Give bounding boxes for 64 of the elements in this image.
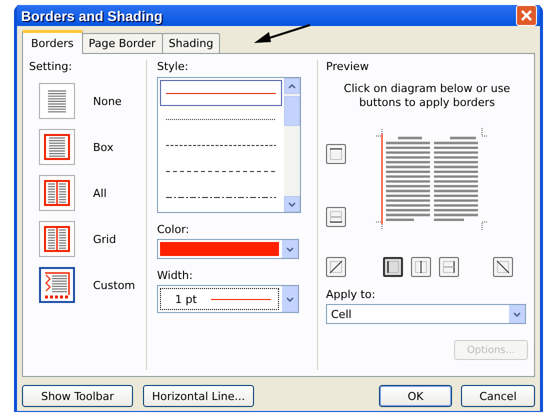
close-icon [521,10,532,21]
line-sample [210,298,271,300]
border-toggle-button[interactable] [411,257,431,277]
dialog-button[interactable]: Cancel [461,385,535,407]
dropdown-button[interactable] [508,305,525,323]
table-border-icon [42,224,72,254]
dropdown-button[interactable] [281,240,298,258]
width-dropdown[interactable]: 1 pt [157,285,299,313]
border-toggle-button[interactable] [326,257,346,277]
setting-preset-button[interactable] [39,129,75,165]
setting-label: Box [93,140,114,154]
setting-label: Grid [93,232,116,246]
apply-to-dropdown[interactable]: Cell [326,304,526,324]
tab[interactable]: Page Border [82,33,163,53]
annotation-arrow [252,23,312,45]
line-style-option[interactable] [160,80,282,106]
close-button[interactable] [516,5,537,26]
bottom-border-icon [328,209,344,225]
scroll-down-button[interactable] [284,196,300,212]
setting-preset-button[interactable] [39,83,75,119]
setting-label: Setting: [29,60,74,73]
table-border-icon [42,270,72,300]
chevron-up-icon [288,84,296,88]
width-value: 1 pt [175,292,197,306]
setting-preset-button[interactable] [39,175,75,211]
setting-label: All [93,186,107,200]
preview-label: Preview [326,60,370,73]
setting-preset-button[interactable] [39,267,75,303]
dialog-button[interactable]: Horizontal Line... [143,385,254,407]
dialog-button[interactable]: Show Toolbar [22,385,133,407]
right-border-icon [441,259,457,275]
chevron-down-icon [286,246,294,252]
scroll-thumb[interactable] [284,96,300,126]
border-toggle-button[interactable] [493,257,513,277]
border-toggle-button[interactable] [326,207,346,227]
preview-instructions: Click on diagram below or use buttons to apply borders [342,82,512,110]
chevron-down-icon [286,296,294,302]
setting-label: Custom [93,278,136,292]
table-border-icon [42,178,72,208]
apply-to-label: Apply to: [326,288,376,301]
scroll-up-button[interactable] [284,78,300,94]
dialog-button[interactable]: OK [379,385,452,407]
color-label: Color: [157,223,190,236]
border-toggle-button[interactable] [383,257,403,277]
chevron-down-icon [513,312,521,316]
style-label: Style: [157,60,190,73]
line-style-list[interactable] [157,77,301,213]
color-dropdown[interactable] [157,239,299,259]
diagonal-line-icon [328,259,344,275]
tab[interactable]: Shading [162,33,220,53]
scrollbar[interactable] [284,78,300,212]
window-title: Borders and Shading [21,8,163,24]
tab[interactable]: Borders [22,30,83,54]
border-toggle-button[interactable] [439,257,459,277]
table-border-icon [42,132,72,162]
dropdown-button[interactable] [281,286,298,312]
top-border-icon [328,146,344,162]
setting-label: None [93,94,122,108]
border-toggle-button[interactable] [326,144,346,164]
setting-preset-button[interactable] [39,221,75,257]
width-label: Width: [157,269,194,282]
diagonal-line-icon [495,259,511,275]
chevron-down-icon [288,202,296,206]
left-border-icon [385,259,401,275]
